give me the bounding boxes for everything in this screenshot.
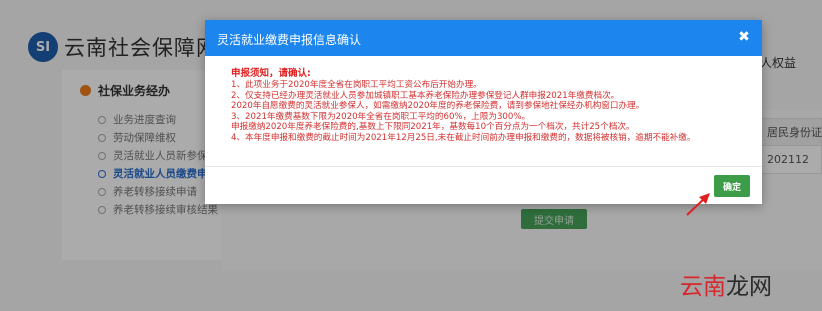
notice-line: 申报缴纳2020年度养老保险费的,基数上下限同2021年，基数每10个百分点为一… [231, 122, 635, 133]
notice-title: 申报须知，请确认: [231, 68, 311, 79]
watermark: 云南龙网 [680, 267, 772, 301]
notice-line: 2、仅支持已经办理灵活就业人员参加城镇职工基本养老保险办理参保登记人群申报202… [231, 90, 620, 101]
dialog-title: 灵活就业缴费申报信息确认 [217, 33, 362, 47]
confirm-dialog: 灵活就业缴费申报信息确认 ✖ 申报须知，请确认: 1、此项业务于2020年度全省… [205, 20, 762, 204]
confirm-button[interactable]: 确定 [714, 175, 750, 197]
notice-line: 1、此项业务于2020年度全省在岗职工平均工资公布后开始办理。 [231, 80, 482, 90]
dialog-body: 申报须知，请确认: 1、此项业务于2020年度全省在岗职工平均工资公布后开始办理… [231, 68, 751, 144]
notice-line: 3、2021年缴费基数下限为2020年全省在岗职工平均的60%，上限为300%。 [231, 111, 531, 122]
annotation-arrow-icon [686, 193, 710, 216]
dialog-divider [205, 166, 762, 167]
notice-line: 2020年自愿缴费的灵活就业参保人，如需缴纳2020年度的养老保险费，请到参保地… [231, 101, 645, 112]
notice-line: 4、本年度申报和缴费的截止时间为2021年12月25日,未在截止时间前办理申报和… [231, 132, 696, 143]
close-icon[interactable]: ✖ [735, 28, 753, 46]
watermark-part1: 云南 [680, 274, 726, 300]
watermark-part2: 龙网 [726, 274, 772, 300]
dialog-header: 灵活就业缴费申报信息确认 ✖ [205, 20, 762, 56]
